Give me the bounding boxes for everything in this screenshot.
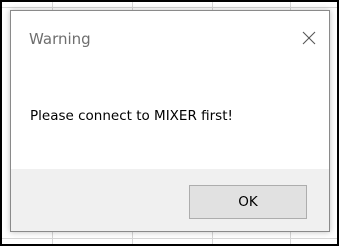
screenshot-border bbox=[0, 0, 339, 246]
